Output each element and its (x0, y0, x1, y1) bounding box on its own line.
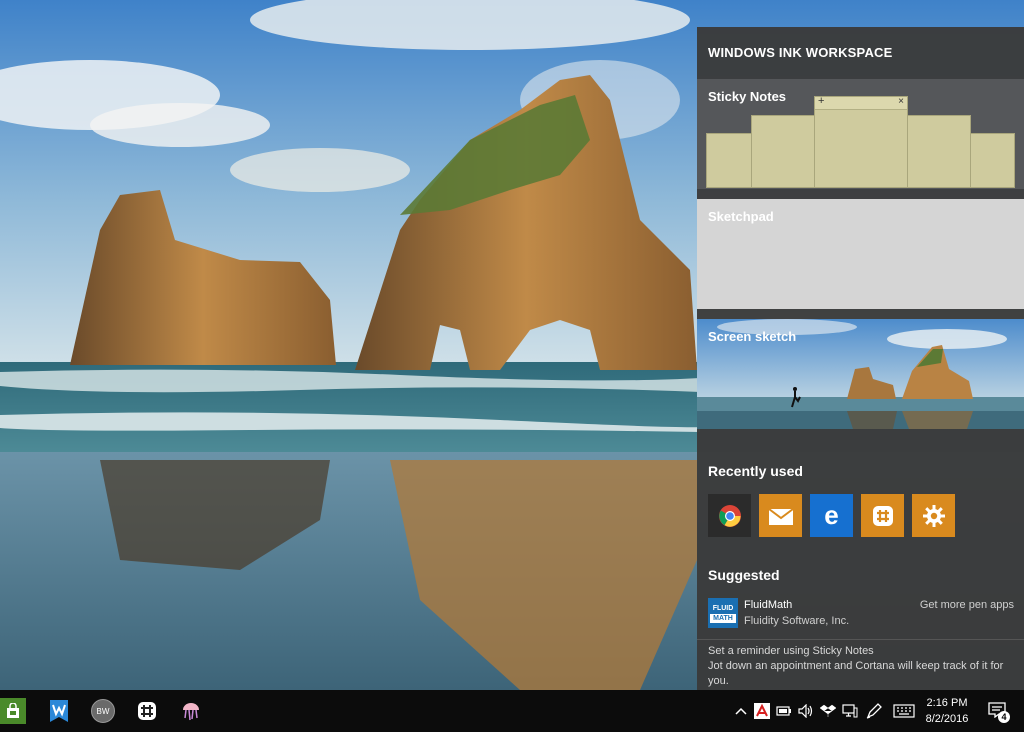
sticky-note-5 (970, 133, 1015, 188)
taskbar-clock[interactable]: 2:16 PM 8/2/2016 (923, 695, 971, 727)
fluidmath-logo-line1: FLUID (712, 604, 734, 612)
suggested-app-name[interactable]: FluidMath (744, 599, 792, 611)
recent-app-settings[interactable] (912, 494, 955, 537)
dropbox-icon[interactable] (819, 702, 837, 720)
ink-workspace-panel: WINDOWS INK WORKSPACE Sticky Notes + × S… (697, 27, 1024, 690)
sticky-note-4 (907, 115, 971, 188)
touch-keyboard-icon[interactable] (892, 702, 916, 720)
wunderlist-icon (50, 700, 68, 722)
recent-app-mail[interactable] (759, 494, 802, 537)
clock-time: 2:16 PM (926, 697, 968, 709)
screen-sketch-tile[interactable]: Screen sketch (697, 319, 1024, 429)
panel-title: WINDOWS INK WORKSPACE (708, 45, 893, 60)
taskbar-store-button[interactable] (0, 698, 26, 724)
volume-icon[interactable] (797, 702, 815, 720)
taskbar: BW 2:16 PM 8/2/2016 4 (0, 690, 1024, 732)
suggested-app-publisher: Fluidity Software, Inc. (744, 615, 850, 627)
taskbar-wunderlist-button[interactable] (44, 696, 74, 726)
fluidmath-logo-line2: MATH (710, 613, 736, 623)
battery-icon[interactable] (775, 702, 793, 720)
settings-gear-icon (922, 504, 945, 527)
mail-icon (767, 507, 794, 525)
get-more-pen-apps-link[interactable]: Get more pen apps (920, 599, 1014, 611)
chrome-icon (718, 504, 741, 527)
sketchpad-tile[interactable]: Sketchpad (697, 199, 1024, 309)
slack-icon (138, 702, 156, 720)
sticky-note-1 (706, 133, 753, 188)
windows-ink-pen-icon[interactable] (865, 702, 883, 720)
taskbar-slack-button[interactable] (132, 696, 162, 726)
slack-icon (872, 505, 893, 526)
sketchpad-label: Sketchpad (708, 209, 774, 224)
tip-body: Jot down an appointment and Cortana will… (708, 660, 1004, 687)
antivirus-icon[interactable] (753, 702, 771, 720)
notification-count-badge: 4 (998, 711, 1010, 723)
sticky-note-header: + × (815, 95, 907, 110)
action-center-button[interactable]: 4 (987, 700, 1010, 723)
suggested-label: Suggested (708, 567, 780, 583)
store-icon (7, 703, 19, 718)
sticky-notes-tile[interactable]: Sticky Notes + × (697, 79, 1024, 189)
bw-avatar-icon: BW (91, 699, 115, 723)
screen-sketch-thumbnail: Screen sketch (697, 319, 1024, 429)
sticky-note-2 (751, 115, 815, 188)
network-icon[interactable] (841, 702, 859, 720)
recent-app-edge[interactable]: e (810, 494, 853, 537)
taskbar-bw-button[interactable]: BW (88, 696, 118, 726)
sticky-notes-label: Sticky Notes (708, 89, 787, 104)
recent-app-slack[interactable] (861, 494, 904, 537)
close-icon: × (898, 96, 904, 107)
add-note-icon: + (818, 95, 825, 107)
bw-avatar-text: BW (96, 706, 110, 716)
show-hidden-icons-chevron-up-icon[interactable] (732, 702, 750, 720)
tip-divider (697, 639, 1024, 640)
jellyfish-icon (183, 703, 199, 721)
screen-sketch-label: Screen sketch (708, 329, 796, 344)
clock-date: 8/2/2016 (925, 713, 969, 725)
recent-app-chrome[interactable] (708, 494, 751, 537)
edge-icon: e (824, 500, 839, 530)
taskbar-jellyfish-button[interactable] (176, 696, 206, 726)
fluidmath-logo[interactable]: FLUID MATH (708, 598, 738, 628)
tip-title[interactable]: Set a reminder using Sticky Notes (708, 644, 1018, 659)
sticky-note-3: + × (814, 95, 908, 188)
recently-used-label: Recently used (708, 463, 803, 479)
